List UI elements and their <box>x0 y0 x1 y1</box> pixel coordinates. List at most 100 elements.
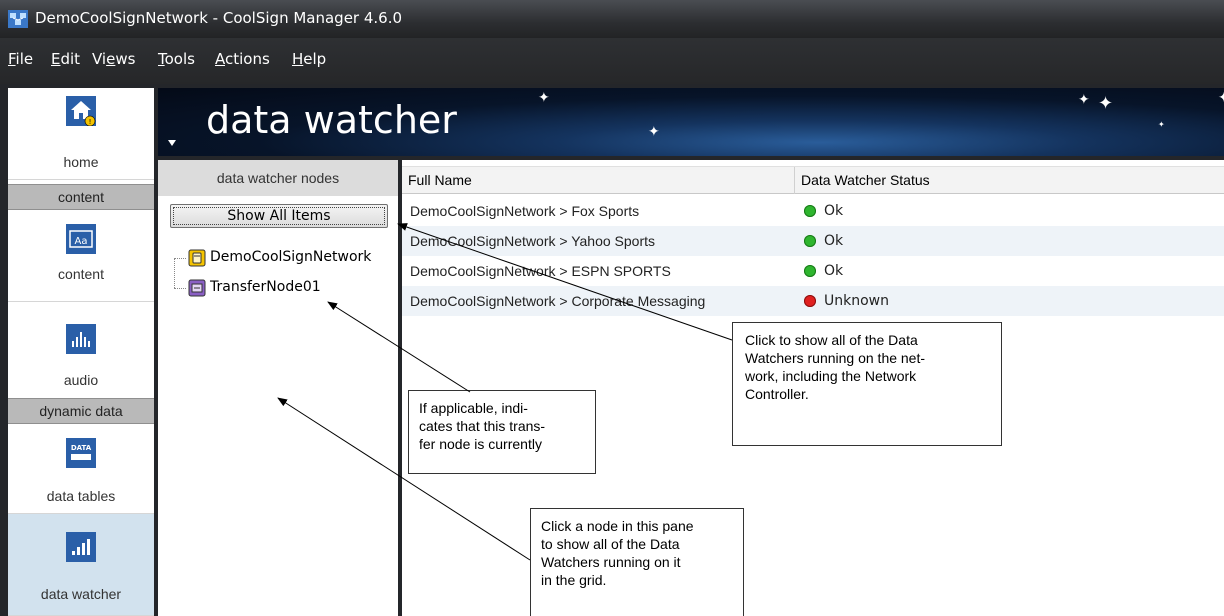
menu-views-accel: e <box>106 50 116 68</box>
status-text: Ok <box>824 263 844 279</box>
content-icon-text: Aa <box>75 236 88 247</box>
left-nav: ! home content Aa content audio dynamic … <box>8 88 154 616</box>
column-header-full-name[interactable]: Full Name <box>402 167 794 194</box>
callout-text: Watchers running on the net- <box>745 350 926 366</box>
tree-node-label: DemoCoolSignNetwork <box>210 249 372 265</box>
section-banner: data watcher ✦ ✦ ✦ ✦ ✦ ✦ <box>158 88 1224 156</box>
menu-file[interactable]: File <box>8 50 33 68</box>
nav-data-watcher[interactable]: data watcher <box>8 514 154 616</box>
menu-views-rest: ws <box>115 50 136 68</box>
star-icon: ✦ <box>1078 91 1090 107</box>
transfer-node-icon <box>188 279 206 297</box>
star-icon: ✦ <box>648 123 660 139</box>
nav-audio[interactable]: audio <box>8 302 154 402</box>
svg-text:!: ! <box>89 118 92 126</box>
callout-text: If applicable, indi- <box>419 400 528 416</box>
callout-show-all: Click to show all of the Data Watchers r… <box>732 322 1002 446</box>
tree-connector <box>174 288 186 289</box>
nodes-pane-header: data watcher nodes <box>158 160 398 196</box>
menu-views[interactable]: Views <box>92 50 135 68</box>
cell-status: Ok <box>804 256 843 286</box>
banner-dropdown-icon[interactable] <box>168 140 176 146</box>
menu-file-rest: ile <box>15 50 34 68</box>
tree-connector <box>174 258 186 259</box>
column-header-status[interactable]: Data Watcher Status <box>795 167 1224 194</box>
menu-tools[interactable]: Tools <box>158 50 195 68</box>
cell-full-name: DemoCoolSignNetwork > Fox Sports <box>410 203 640 219</box>
app-icon <box>8 10 28 28</box>
cell-status: Unknown <box>804 286 889 316</box>
table-row[interactable]: DemoCoolSignNetwork > Corporate Messagin… <box>402 286 1224 316</box>
menu-edit-rest: dit <box>60 50 81 68</box>
status-text: Ok <box>824 203 844 219</box>
nav-data-tables-label: data tables <box>46 488 116 504</box>
menu-actions[interactable]: Actions <box>215 50 270 68</box>
cell-status: Ok <box>804 196 843 226</box>
nav-content[interactable]: Aa content <box>8 210 154 302</box>
audio-icon <box>66 324 96 354</box>
nav-audio-label: audio <box>63 372 99 388</box>
cell-status: Ok <box>804 226 843 256</box>
grid-header: Full Name Data Watcher Status <box>402 166 1224 194</box>
status-ok-icon <box>804 235 816 247</box>
callout-nodes-pane: Click a node in this pane to show all of… <box>530 508 744 616</box>
table-row[interactable]: DemoCoolSignNetwork > ESPN SPORTS Ok <box>402 256 1224 286</box>
callout-text: work, including the Network <box>745 368 917 384</box>
table-row[interactable]: DemoCoolSignNetwork > Fox Sports Ok <box>402 196 1224 226</box>
callout-text: Click to show all of the Data <box>745 332 918 348</box>
menu-edit[interactable]: Edit <box>51 50 80 68</box>
callout-text: cates that this trans- <box>419 418 546 434</box>
menu-tools-accel: T <box>158 50 165 68</box>
star-icon: ✦ <box>1098 93 1114 113</box>
menu-tools-rest: ools <box>164 50 195 68</box>
nav-content-label: content <box>58 266 104 282</box>
data-tables-icon: DATA <box>66 438 96 468</box>
menu-file-accel: F <box>8 50 16 68</box>
status-unknown-icon <box>804 295 816 307</box>
status-ok-icon <box>804 205 816 217</box>
star-icon: ✦ <box>1158 120 1165 129</box>
menu-help-rest: elp <box>303 50 327 68</box>
nav-home-label: home <box>63 154 99 170</box>
tree-connector <box>174 258 175 288</box>
menu-help[interactable]: Help <box>292 50 326 68</box>
nav-data-watcher-label: data watcher <box>40 586 122 602</box>
data-watcher-icon <box>66 532 96 562</box>
star-icon: ✦ <box>538 89 550 105</box>
menu-actions-rest: ctions <box>225 50 270 68</box>
callout-text: to show all of the Data <box>541 536 680 552</box>
title-bar: DemoCoolSignNetwork - CoolSign Manager 4… <box>0 0 1224 38</box>
data-tables-icon-text: DATA <box>71 444 92 452</box>
cell-full-name: DemoCoolSignNetwork > Corporate Messagin… <box>410 293 706 309</box>
network-icon <box>188 249 206 267</box>
status-text: Ok <box>824 233 844 249</box>
callout-text: in the grid. <box>541 572 607 588</box>
callout-transfer-node: If applicable, indi- cates that this tra… <box>408 390 596 474</box>
table-row[interactable]: DemoCoolSignNetwork > Yahoo Sports Ok <box>402 226 1224 256</box>
cell-full-name: DemoCoolSignNetwork > ESPN SPORTS <box>410 263 671 279</box>
menu-actions-accel: A <box>215 50 225 68</box>
menu-views-pre: Vi <box>92 50 107 68</box>
show-all-items-button[interactable]: Show All Items <box>170 204 388 228</box>
status-text: Unknown <box>824 293 889 309</box>
focus-ring <box>173 207 385 225</box>
star-icon: ✦ <box>1218 89 1224 105</box>
banner-title: data watcher <box>206 98 457 142</box>
home-icon: ! <box>66 96 96 126</box>
callout-text: Controller. <box>745 386 809 402</box>
status-ok-icon <box>804 265 816 277</box>
callout-text: fer node is currently <box>419 436 542 452</box>
callout-text: Watchers running on it <box>541 554 681 570</box>
callout-text: Click a node in this pane <box>541 518 694 534</box>
content-icon: Aa <box>66 224 96 254</box>
cell-full-name: DemoCoolSignNetwork > Yahoo Sports <box>410 233 655 249</box>
nodes-pane: data watcher nodes Show All Items DemoCo… <box>158 160 398 616</box>
nav-home[interactable]: ! home <box>8 88 154 180</box>
menu-help-accel: H <box>292 50 304 68</box>
nav-section-dynamic-data: dynamic data <box>8 398 154 424</box>
tree-node-label: TransferNode01 <box>210 279 321 295</box>
nav-section-content: content <box>8 184 154 210</box>
menu-bar: File Edit Views Tools Actions Help <box>0 38 1224 84</box>
window-title: DemoCoolSignNetwork - CoolSign Manager 4… <box>35 9 403 27</box>
nav-data-tables[interactable]: DATA data tables <box>8 424 154 514</box>
